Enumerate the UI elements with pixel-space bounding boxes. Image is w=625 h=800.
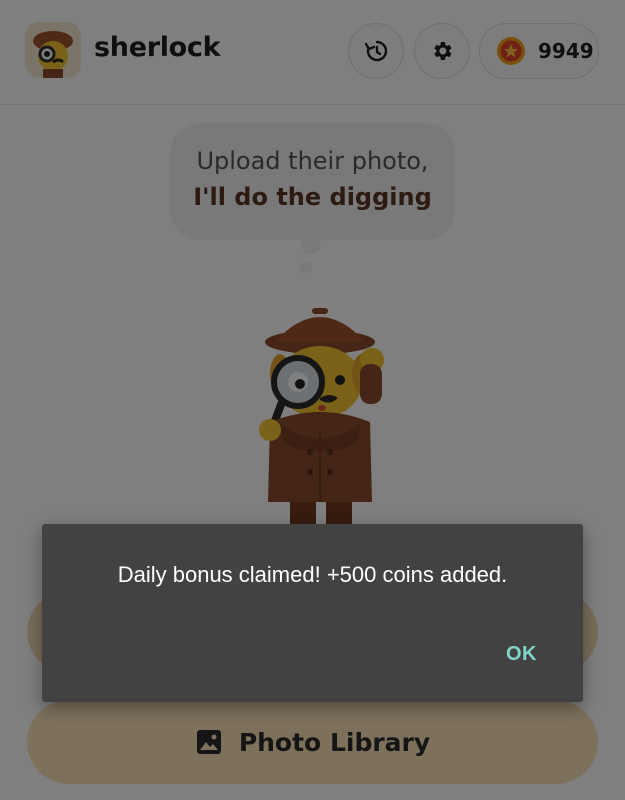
daily-bonus-dialog: Daily bonus claimed! +500 coins added. O… bbox=[42, 524, 583, 702]
ok-button[interactable]: OK bbox=[498, 637, 545, 672]
dialog-message: Daily bonus claimed! +500 coins added. bbox=[117, 562, 508, 587]
app-screen: sherlock 9949 Upload their photo, I'll bbox=[0, 0, 625, 800]
